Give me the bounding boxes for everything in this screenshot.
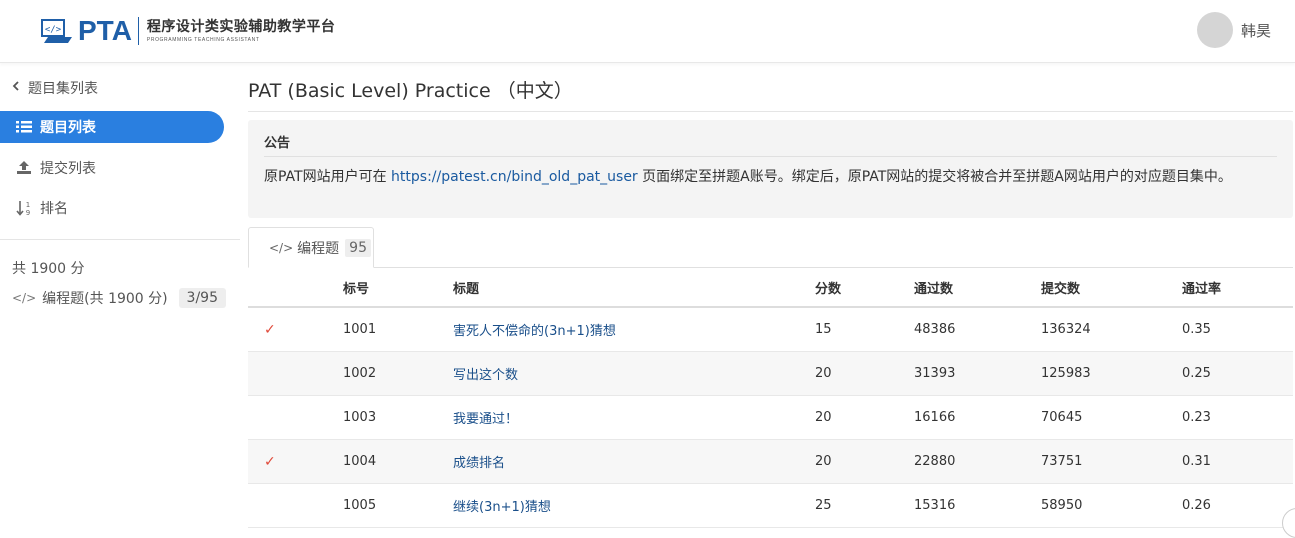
logo-chinese-title: 程序设计类实验辅助教学平台 (146, 19, 336, 35)
problem-number: 1003 (343, 410, 377, 425)
title-cell: 害死人不偿命的(3n+1)猜想 (453, 320, 815, 339)
chevron-left-icon (12, 80, 20, 96)
code-icon: </> (12, 291, 37, 305)
code-logo-icon: </> (40, 18, 74, 44)
problem-score: 15 (815, 322, 832, 337)
col-pass-rate[interactable]: 通过率 (1182, 278, 1282, 297)
upload-icon (16, 160, 32, 176)
table-row[interactable]: 1003 我要通过！ 20 16166 70645 0.23 (248, 396, 1293, 440)
sidebar-item-problem-list[interactable]: 题目列表 (0, 111, 224, 143)
list-icon (16, 119, 32, 135)
top-header: </> PTA 程序设计类实验辅助教学平台 PROGRAMMING TEACHI… (0, 0, 1295, 63)
sidebar-item-ranking[interactable]: 1 9 排名 (0, 192, 224, 224)
title-cell: 成绩排名 (453, 452, 815, 471)
table-row[interactable]: ✓ 1004 成绩排名 20 22880 73751 0.31 (248, 440, 1293, 484)
table-header: 标号 标题 分数 通过数 提交数 通过率 (248, 268, 1293, 308)
logo-english-title: PROGRAMMING TEACHING ASSISTANT (146, 37, 260, 43)
problem-title-link[interactable]: 我要通过！ (453, 412, 518, 427)
col-title[interactable]: 标题 (453, 278, 815, 297)
back-to-set-list-link[interactable]: 题目集列表 (12, 78, 98, 98)
svg-text:9: 9 (26, 209, 30, 216)
svg-text:</>: </> (45, 25, 62, 35)
total-score: 共 1900 分 (12, 261, 85, 277)
col-pass-count[interactable]: 通过数 (914, 278, 1041, 297)
tab-count-badge: 95 (345, 238, 371, 257)
problem-set-programming[interactable]: </> 编程题(共 1900 分) 3/95 (12, 286, 226, 310)
announcement-text-after: 页面绑定至拼题A账号。绑定后，原PAT网站的提交将被合并至拼题A网站用户的对应题… (637, 169, 1232, 185)
submit-count: 136324 (1041, 322, 1091, 337)
problem-title-link[interactable]: 写出这个数 (453, 368, 518, 383)
announcement-title: 公告 (264, 132, 1277, 157)
pass-rate: 0.26 (1182, 498, 1211, 513)
svg-text:1: 1 (26, 201, 30, 209)
problem-score: 20 (815, 410, 832, 425)
pta-logo[interactable]: </> PTA 程序设计类实验辅助教学平台 PROGRAMMING TEACHI… (40, 15, 335, 47)
problem-title-link[interactable]: 成绩排名 (453, 456, 505, 471)
submit-count: 70645 (1041, 410, 1083, 425)
table-row[interactable]: 1002 写出这个数 20 31393 125983 0.25 (248, 352, 1293, 396)
tab-programming[interactable]: </> 编程题 95 (248, 227, 374, 268)
code-icon: </> (269, 240, 294, 255)
problem-type-tabs: </> 编程题 95 (248, 227, 1293, 268)
problem-table: 标号 标题 分数 通过数 提交数 通过率 ✓ 1001 害死人不偿命的(3n+1)猜… (248, 268, 1293, 528)
progress-badge: 3/95 (178, 288, 226, 308)
pass-count: 22880 (914, 454, 956, 469)
bind-account-link[interactable]: https://patest.cn/bind_old_pat_user (391, 169, 638, 185)
col-submit-count[interactable]: 提交数 (1041, 278, 1182, 297)
title-divider (248, 111, 1293, 112)
problem-number: 1001 (343, 322, 377, 337)
problem-score: 25 (815, 498, 832, 513)
col-number[interactable]: 标号 (343, 278, 453, 297)
problem-title-link[interactable]: 继续(3n+1)猜想 (453, 500, 551, 515)
announcement-panel: 公告 原PAT网站用户可在 https://patest.cn/bind_old… (248, 120, 1293, 218)
problem-number: 1002 (343, 366, 377, 381)
solved-check-icon: ✓ (264, 453, 276, 470)
title-cell: 写出这个数 (453, 364, 815, 383)
problem-number: 1004 (343, 454, 377, 469)
submit-count: 73751 (1041, 454, 1083, 469)
pass-count: 31393 (914, 366, 956, 381)
announcement-text-before: 原PAT网站用户可在 (264, 169, 392, 185)
submit-count: 125983 (1041, 366, 1091, 381)
sort-icon: 1 9 (16, 200, 32, 216)
table-row[interactable]: 1005 继续(3n+1)猜想 25 15316 58950 0.26 (248, 484, 1293, 528)
submit-count: 58950 (1041, 498, 1083, 513)
pass-count: 15316 (914, 498, 956, 513)
sidebar-item-label: 排名 (40, 201, 68, 217)
back-label: 题目集列表 (28, 81, 98, 97)
logo-text: 程序设计类实验辅助教学平台 PROGRAMMING TEACHING ASSIS… (147, 18, 336, 44)
pass-rate: 0.23 (1182, 410, 1211, 425)
announcement-body: 原PAT网站用户可在 https://patest.cn/bind_old_pa… (264, 167, 1277, 187)
title-cell: 继续(3n+1)猜想 (453, 496, 815, 515)
problem-score: 20 (815, 454, 832, 469)
pass-rate: 0.31 (1182, 454, 1211, 469)
title-cell: 我要通过！ (453, 408, 815, 427)
pass-rate: 0.25 (1182, 366, 1211, 381)
sidebar-item-label: 提交列表 (40, 161, 96, 177)
problem-score: 20 (815, 366, 832, 381)
col-score[interactable]: 分数 (815, 278, 914, 297)
tab-label: 编程题 (297, 240, 340, 257)
pass-count: 16166 (914, 410, 956, 425)
problem-number: 1005 (343, 498, 377, 513)
main-content: PAT (Basic Level) Practice （中文） 公告 原PAT网… (248, 64, 1295, 536)
sidebar-item-submissions[interactable]: 提交列表 (0, 152, 224, 184)
pass-count: 48386 (914, 322, 956, 337)
problem-title-link[interactable]: 害死人不偿命的(3n+1)猜想 (453, 324, 616, 339)
user-menu[interactable]: 韩昊 (1196, 12, 1271, 48)
sidebar: 题目集列表 题目列表 提交列表 1 9 排名 共 1900 分 </> 编程题(… (0, 64, 240, 536)
avatar[interactable] (1196, 12, 1233, 48)
sidebar-item-label: 题目列表 (40, 120, 96, 136)
table-row[interactable]: ✓ 1001 害死人不偿命的(3n+1)猜想 15 48386 136324 0.35 (248, 308, 1293, 352)
user-name[interactable]: 韩昊 (1241, 20, 1271, 41)
logo-mark: PTA (78, 15, 132, 46)
sidebar-divider (0, 239, 240, 240)
solved-check-icon: ✓ (264, 321, 276, 338)
logo-divider (137, 17, 139, 45)
page-title: PAT (Basic Level) Practice （中文） (248, 80, 573, 102)
problem-set-label: 编程题(共 1900 分) (42, 291, 168, 307)
pass-rate: 0.35 (1182, 322, 1211, 337)
